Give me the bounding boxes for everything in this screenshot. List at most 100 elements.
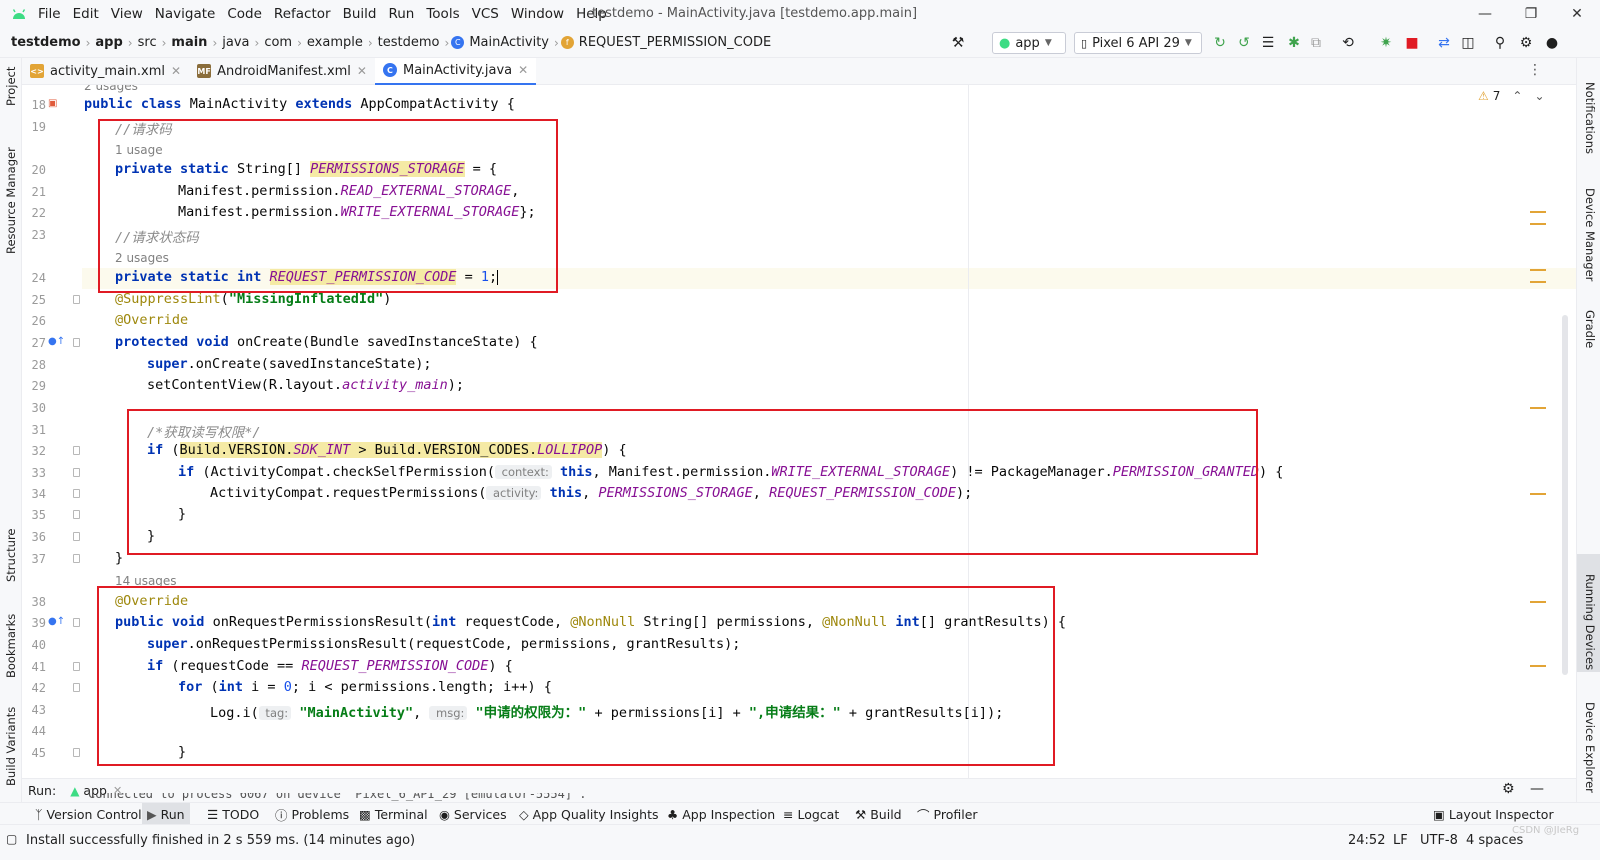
line-number[interactable]: 24 bbox=[26, 271, 46, 285]
menu-navigate[interactable]: Navigate bbox=[149, 0, 222, 28]
fold-marker-icon[interactable] bbox=[73, 683, 80, 692]
error-stripe-mark[interactable] bbox=[1530, 281, 1546, 283]
status-square-icon[interactable]: ▢ bbox=[6, 832, 17, 846]
tool-notifications[interactable]: Notifications bbox=[1583, 82, 1597, 154]
fold-marker-icon[interactable] bbox=[73, 489, 80, 498]
close-window-button[interactable]: ✕ bbox=[1554, 0, 1600, 28]
class-gutter-icon[interactable]: ▣ bbox=[48, 98, 57, 109]
line-number[interactable]: 19 bbox=[26, 120, 46, 134]
tool-problems[interactable]: ⓘ Problems bbox=[270, 803, 354, 825]
breadcrumb-field[interactable]: REQUEST_PERMISSION_CODE bbox=[576, 35, 774, 50]
status-message[interactable]: Install successfully finished in 2 s 559… bbox=[26, 833, 415, 848]
tool-logcat[interactable]: ≡ Logcat bbox=[778, 803, 844, 825]
menu-build[interactable]: Build bbox=[337, 0, 383, 28]
coverage-icon[interactable]: ☰ bbox=[1258, 33, 1278, 53]
line-number[interactable]: 30 bbox=[26, 401, 46, 415]
error-stripe-mark[interactable] bbox=[1530, 269, 1546, 271]
line-number[interactable]: 41 bbox=[26, 660, 46, 674]
override-gutter-icon[interactable]: ●↑ bbox=[48, 616, 65, 627]
menu-file[interactable]: File bbox=[32, 0, 67, 28]
line-number[interactable]: 34 bbox=[26, 487, 46, 501]
caret-position[interactable]: 24:52 bbox=[1348, 833, 1385, 848]
line-number[interactable]: 36 bbox=[26, 530, 46, 544]
tool-app-quality-insights[interactable]: ◇ App Quality Insights bbox=[514, 803, 664, 825]
attach-debugger-icon[interactable]: ⧉ bbox=[1306, 33, 1326, 53]
chevron-down-icon[interactable]: ⌄ bbox=[1534, 89, 1544, 103]
line-number[interactable]: 40 bbox=[26, 638, 46, 652]
search-icon[interactable]: ⚲ bbox=[1490, 33, 1510, 53]
line-number[interactable]: 22 bbox=[26, 206, 46, 220]
error-stripe-mark[interactable] bbox=[1530, 211, 1546, 213]
line-number[interactable]: 35 bbox=[26, 508, 46, 522]
breadcrumb-java[interactable]: java bbox=[219, 35, 252, 50]
line-number[interactable]: 29 bbox=[26, 379, 46, 393]
fold-marker-icon[interactable] bbox=[73, 510, 80, 519]
line-number[interactable]: 45 bbox=[26, 746, 46, 760]
rerun-icon[interactable]: ↻ bbox=[1210, 33, 1230, 53]
tab-android-manifest[interactable]: MF AndroidManifest.xml ✕ bbox=[189, 58, 375, 85]
line-number[interactable]: 23 bbox=[26, 228, 46, 242]
sync-gradle-icon[interactable]: ⇄ bbox=[1434, 33, 1454, 53]
menu-tools[interactable]: Tools bbox=[420, 0, 465, 28]
tab-main-activity-java[interactable]: C MainActivity.java ✕ bbox=[374, 57, 537, 85]
error-stripe-mark[interactable] bbox=[1530, 407, 1546, 409]
editor-scrollbar[interactable] bbox=[1562, 315, 1568, 675]
line-number[interactable]: 20 bbox=[26, 163, 46, 177]
fold-marker-icon[interactable] bbox=[73, 662, 80, 671]
tool-build-variants[interactable]: Build Variants bbox=[4, 707, 18, 786]
line-number[interactable]: 18 bbox=[26, 98, 46, 112]
breadcrumb-class[interactable]: MainActivity bbox=[466, 35, 552, 50]
menu-vcs[interactable]: VCS bbox=[466, 0, 505, 28]
debug-icon[interactable]: ✱ bbox=[1284, 33, 1304, 53]
breadcrumb-main[interactable]: main bbox=[168, 35, 210, 50]
tool-layout-inspector[interactable]: ▣ Layout Inspector bbox=[1428, 803, 1559, 825]
menu-run[interactable]: Run bbox=[382, 0, 420, 28]
run-config-dropdown[interactable]: ● app ▼ bbox=[992, 32, 1066, 54]
tab-activity-main-xml[interactable]: <> activity_main.xml ✕ bbox=[22, 58, 189, 85]
line-number[interactable]: 44 bbox=[26, 724, 46, 738]
file-encoding[interactable]: UTF-8 bbox=[1420, 833, 1458, 848]
tool-run[interactable]: ▶ Run bbox=[142, 803, 190, 825]
fold-marker-icon[interactable] bbox=[73, 532, 80, 541]
code-line[interactable]: public class MainActivity extends AppCom… bbox=[84, 96, 515, 112]
line-number[interactable]: 33 bbox=[26, 466, 46, 480]
apply-changes-icon[interactable]: ↺ bbox=[1234, 33, 1254, 53]
breadcrumb-project[interactable]: testdemo bbox=[8, 35, 84, 50]
fold-marker-icon[interactable] bbox=[73, 338, 80, 347]
tool-device-explorer[interactable]: Device Explorer bbox=[1583, 702, 1597, 793]
line-number[interactable]: 43 bbox=[26, 703, 46, 717]
tool-resource-manager[interactable]: Resource Manager bbox=[4, 147, 18, 254]
tool-device-manager[interactable]: Device Manager bbox=[1583, 188, 1597, 281]
usages-hint[interactable]: 2 usages bbox=[84, 85, 138, 93]
profile-icon[interactable]: ⟲ bbox=[1338, 33, 1358, 53]
code-line[interactable]: protected void onCreate(Bundle savedInst… bbox=[115, 334, 538, 350]
tool-services[interactable]: ◉ Services bbox=[434, 803, 512, 825]
line-number[interactable]: 37 bbox=[26, 552, 46, 566]
code-line[interactable]: super.onCreate(savedInstanceState); bbox=[147, 356, 431, 372]
close-icon[interactable]: ✕ bbox=[357, 64, 367, 78]
tool-project[interactable]: Project bbox=[4, 67, 18, 106]
menu-view[interactable]: View bbox=[105, 0, 149, 28]
tool-bookmarks[interactable]: Bookmarks bbox=[4, 614, 18, 678]
tool-app-inspection[interactable]: ♣ App Inspection bbox=[662, 803, 780, 825]
device-dropdown[interactable]: ▯ Pixel 6 API 29 ▼ bbox=[1074, 32, 1202, 54]
error-stripe-mark[interactable] bbox=[1530, 601, 1546, 603]
tool-structure[interactable]: Structure bbox=[4, 529, 18, 583]
menu-refactor[interactable]: Refactor bbox=[268, 0, 337, 28]
breadcrumb-example[interactable]: example bbox=[304, 35, 366, 50]
fold-marker-icon[interactable] bbox=[73, 554, 80, 563]
stop-icon[interactable]: ■ bbox=[1402, 33, 1422, 53]
error-stripe-mark[interactable] bbox=[1530, 223, 1546, 225]
menu-window[interactable]: Window bbox=[505, 0, 570, 28]
code-line[interactable]: setContentView(R.layout.activity_main); bbox=[147, 377, 464, 393]
attach-icon[interactable]: ✷ bbox=[1376, 33, 1396, 53]
minimize-button[interactable]: — bbox=[1462, 0, 1508, 28]
line-number[interactable]: 28 bbox=[26, 358, 46, 372]
fold-marker-icon[interactable] bbox=[73, 468, 80, 477]
menu-code[interactable]: Code bbox=[221, 0, 268, 28]
breadcrumb-com[interactable]: com bbox=[261, 35, 295, 50]
tool-terminal[interactable]: ▩ Terminal bbox=[354, 803, 433, 825]
breadcrumb-package[interactable]: testdemo bbox=[375, 35, 443, 50]
line-separator[interactable]: LF bbox=[1393, 833, 1408, 848]
chevron-up-icon[interactable]: ⌃ bbox=[1512, 89, 1522, 103]
